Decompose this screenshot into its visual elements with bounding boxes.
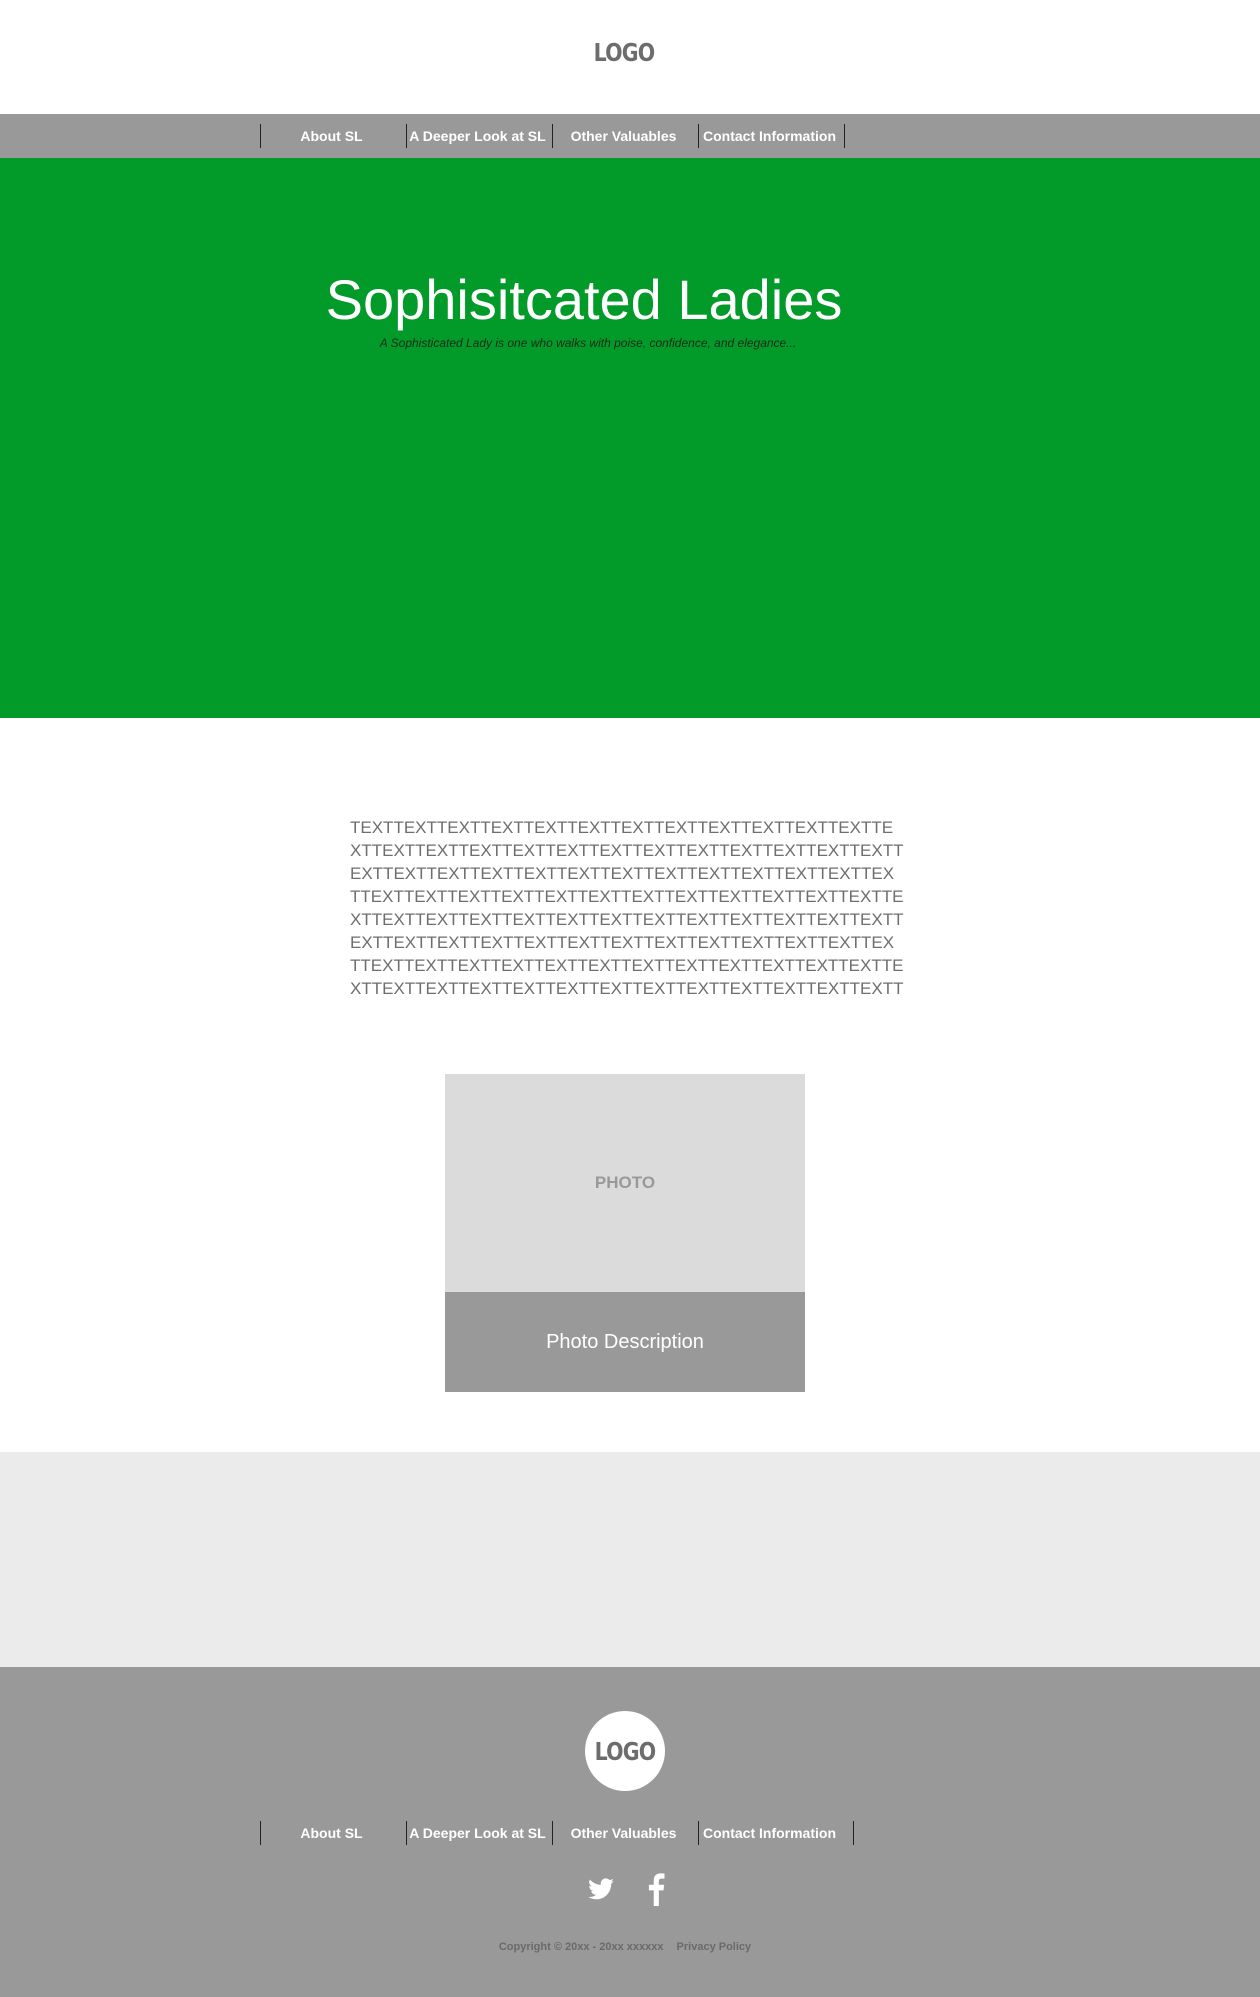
main-nav: About SL A Deeper Look at SL Other Valua… [0,114,1260,158]
nav-item-deeper-look[interactable]: A Deeper Look at SL [405,114,550,158]
twitter-icon[interactable] [587,1872,615,1906]
nav-divider [853,1821,854,1845]
body-text: TEXTTEXTTEXTTEXTTEXTTEXTTEXTTEXTTEXTTEXT… [350,818,904,996]
footer-nav-deeper-look[interactable]: A Deeper Look at SL [405,1811,550,1855]
photo-placeholder: PHOTO [445,1074,805,1292]
site-footer: LOGO About SL A Deeper Look at SL Other … [0,1667,1260,1997]
facebook-icon[interactable] [646,1872,666,1906]
nav-item-about-sl[interactable]: About SL [259,114,404,158]
hero-tagline: A Sophisticated Lady is one who walks wi… [379,336,797,350]
footer-logo-text: LOGO [594,1736,657,1766]
header-logo[interactable]: LOGO [112,38,1135,67]
nav-item-other-valuables[interactable]: Other Valuables [551,114,696,158]
grey-band [0,1452,1260,1667]
copyright-text: Copyright © 20xx - 20xx xxxxxx [498,1941,664,1953]
copyright-line: Copyright © 20xx - 20xx xxxxxx Privacy P… [0,1941,1250,1953]
hero-banner: Sophisitcated Ladies A Sophisticated Lad… [0,158,1260,718]
footer-nav-about-sl[interactable]: About SL [259,1811,404,1855]
footer-nav: About SL A Deeper Look at SL Other Valua… [0,1811,1260,1855]
privacy-policy-link[interactable]: Privacy Policy [677,1941,752,1953]
footer-nav-contact-information[interactable]: Contact Information [697,1811,842,1855]
footer-logo[interactable]: LOGO [585,1711,665,1791]
site-header: LOGO [0,0,1260,114]
nav-item-contact-information[interactable]: Contact Information [697,114,842,158]
footer-nav-other-valuables[interactable]: Other Valuables [551,1811,696,1855]
photo-description: Photo Description [445,1292,805,1392]
photo-description-text: Photo Description [546,1330,704,1353]
photo-label: PHOTO [594,1173,656,1192]
photo-card: PHOTO Photo Description [445,1074,805,1392]
nav-divider [844,124,845,148]
hero-title: Sophisitcated Ladies [325,268,843,331]
